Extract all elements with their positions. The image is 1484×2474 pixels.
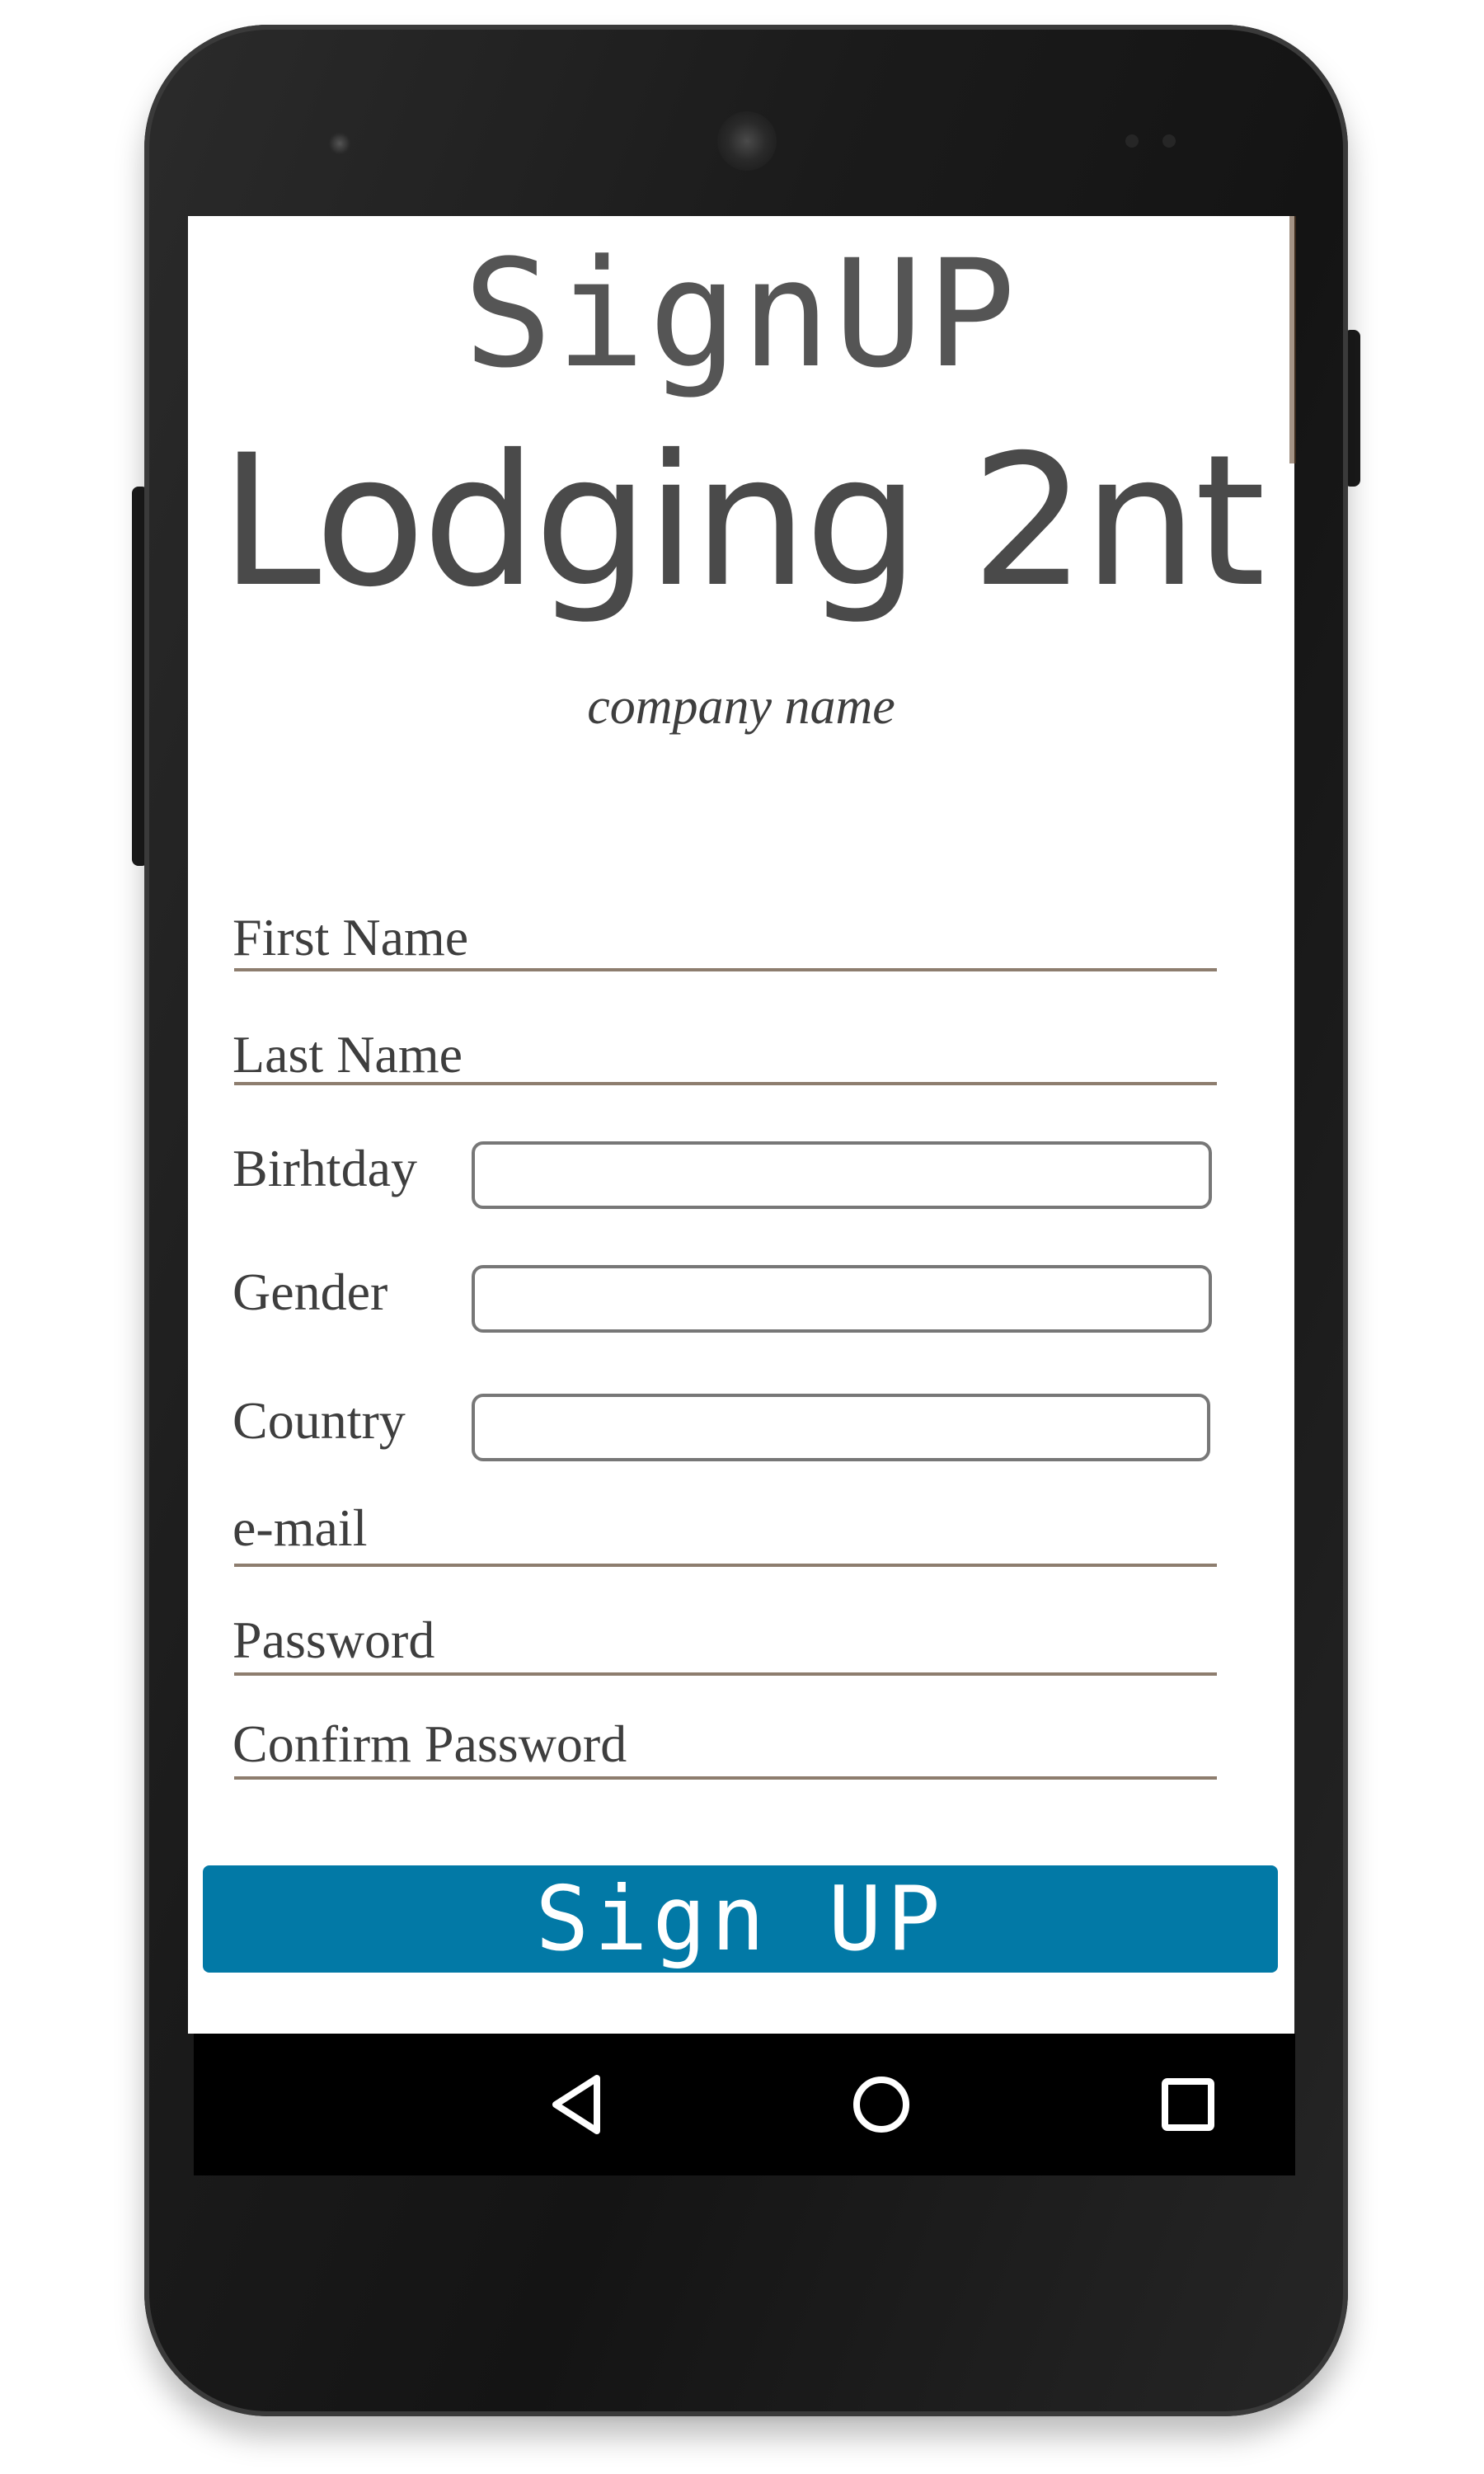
- sign-up-button[interactable]: Sign UP: [203, 1865, 1278, 1973]
- password-label: Password: [232, 1611, 435, 1669]
- back-icon[interactable]: [521, 2034, 636, 2175]
- recents-icon[interactable]: [1130, 2034, 1246, 2175]
- last-name-label: Last Name: [232, 1025, 463, 1084]
- country-field[interactable]: [472, 1394, 1210, 1461]
- page-title: SignUP: [463, 228, 1020, 401]
- home-icon[interactable]: [824, 2034, 939, 2175]
- screen: SignUP Lodging 2nt company name First Na…: [188, 216, 1294, 2034]
- sensor-icon: [1125, 134, 1139, 148]
- navigation-bar: [194, 2034, 1295, 2175]
- country-label: Country: [232, 1391, 406, 1450]
- email-label: e-mail: [232, 1498, 368, 1557]
- birthday-label: Birhtday: [232, 1139, 417, 1197]
- screen-edge: [1289, 216, 1296, 463]
- first-name-input[interactable]: [234, 968, 1217, 971]
- confirm-password-label: Confirm Password: [232, 1714, 627, 1773]
- front-camera-icon: [328, 132, 351, 155]
- last-name-input[interactable]: [234, 1082, 1217, 1085]
- sensor-icon: [1162, 134, 1176, 148]
- brand-name: Lodging 2nt: [219, 416, 1266, 627]
- password-input[interactable]: [234, 1672, 1217, 1676]
- confirm-password-input[interactable]: [234, 1776, 1217, 1780]
- gender-label: Gender: [232, 1263, 388, 1321]
- first-name-label: First Name: [232, 908, 469, 967]
- birthday-field[interactable]: [472, 1141, 1212, 1209]
- sign-up-button-label: Sign UP: [535, 1867, 946, 1971]
- email-input[interactable]: [234, 1564, 1217, 1567]
- earpiece-speaker-icon: [717, 111, 777, 171]
- company-tagline: company name: [587, 679, 895, 735]
- gender-field[interactable]: [472, 1265, 1212, 1333]
